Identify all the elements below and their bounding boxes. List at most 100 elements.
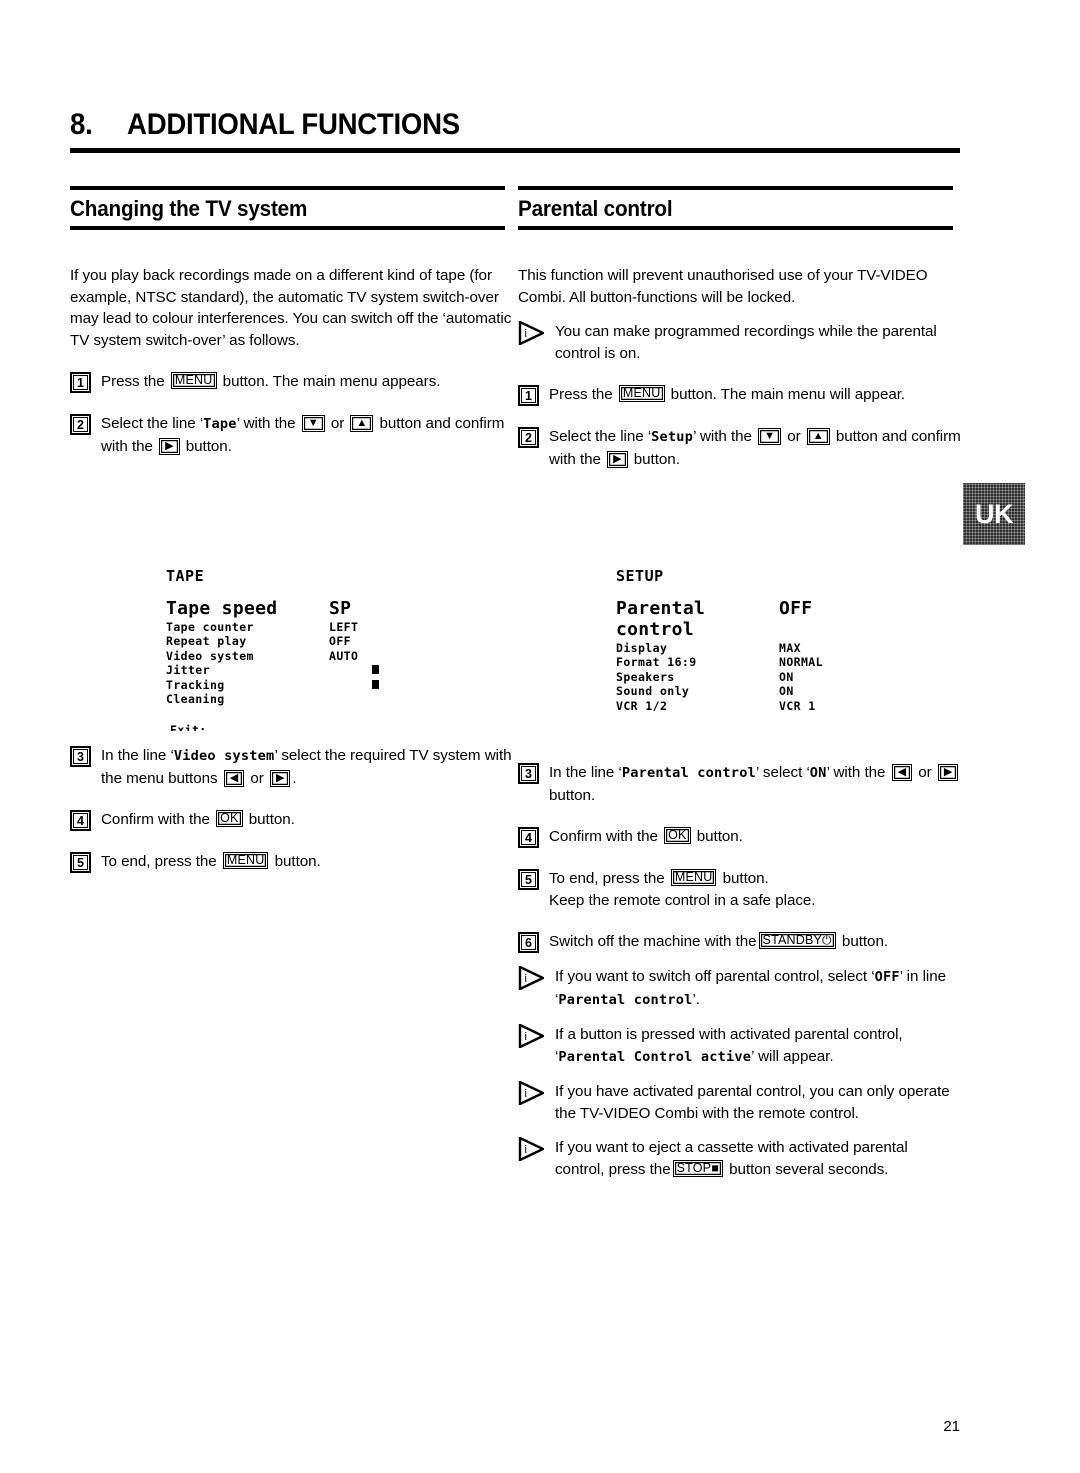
- info-triangle-icon: i: [518, 1080, 546, 1106]
- arrow-right-key[interactable]: ▶: [159, 437, 180, 455]
- osd-row-value: ON: [779, 684, 794, 699]
- ok-key[interactable]: OK: [216, 810, 243, 827]
- svg-text:i: i: [525, 1031, 527, 1043]
- osd-title: TAPE: [166, 567, 205, 585]
- step-text: Press the MENU button. The main menu wil…: [539, 384, 961, 406]
- info-triangle-icon: i: [518, 965, 546, 991]
- step-text-fragment: In the line ‘: [549, 764, 622, 781]
- stop-square-icon: ■: [711, 1160, 719, 1175]
- osd-message-text: Parental Control active: [558, 1048, 752, 1065]
- step-text-fragment: ’ with the: [236, 415, 296, 432]
- step-row: 1 Press the MENU button. The main menu w…: [518, 384, 961, 406]
- step-number-badge: 4: [70, 810, 91, 831]
- chapter-header: 8. ADDITIONAL FUNCTIONS: [70, 108, 960, 153]
- osd-row: Display MAX: [616, 641, 874, 655]
- step-text: In the line ‘Video system’ select the re…: [91, 745, 513, 789]
- menu-value-off: OFF: [874, 969, 900, 985]
- step-text-fragment: or: [250, 769, 264, 787]
- step-text-fragment: button.: [841, 933, 889, 950]
- menu-line-name: Tape: [203, 416, 237, 432]
- step-text-fragment: button.: [248, 811, 295, 828]
- info-note-text: If you want to switch off parental contr…: [544, 966, 961, 1011]
- step-number-badge: 4: [518, 827, 539, 848]
- chapter-number: 8.: [70, 108, 93, 141]
- ok-key[interactable]: OK: [664, 827, 691, 844]
- right-intro-paragraph: This function will prevent unauthorised …: [518, 267, 928, 306]
- step-text-fragment: button. The main menu will appear.: [670, 386, 906, 403]
- info-note: i If you want to switch off parental con…: [518, 965, 961, 1011]
- step-text: Confirm with the OK button.: [91, 809, 513, 831]
- step-text: Select the line ‘Setup’ with the ▼ or ▲ …: [539, 426, 961, 470]
- stop-key[interactable]: STOP■: [672, 1159, 723, 1177]
- svg-text:i: i: [525, 973, 527, 985]
- section-title-changing-tv-system: Changing the TV system: [70, 196, 308, 221]
- step-text-fragment: Select the line ‘: [101, 415, 204, 432]
- info-note: i If you have activated parental control…: [518, 1080, 961, 1124]
- chapter-rule: [70, 148, 960, 153]
- osd-row-value: VCR 1: [779, 698, 816, 713]
- step-text: Confirm with the OK button.: [539, 826, 961, 848]
- info-note-text: If a button is pressed with activated pa…: [544, 1024, 961, 1068]
- info-triangle-icon: i: [518, 1136, 546, 1162]
- step-row: 4 Confirm with the OK button.: [70, 809, 513, 831]
- left-intro-paragraph: If you play back recordings made on a di…: [70, 267, 512, 349]
- osd-row-label: Format 16:9: [616, 655, 697, 670]
- step-number-badge: 6: [518, 932, 539, 953]
- osd-row-label: Cleaning: [166, 692, 225, 707]
- arrow-up-key[interactable]: ▲: [350, 415, 374, 432]
- osd-row-value: MAX: [779, 641, 801, 655]
- info-note-text: If you want to eject a cassette with act…: [544, 1137, 961, 1180]
- menu-line-name: Parental control: [558, 991, 693, 1008]
- step-text-fragment: button.: [549, 786, 596, 804]
- osd-row: VCR 1/2 VCR 1: [616, 699, 874, 713]
- menu-key[interactable]: MENU: [170, 372, 217, 389]
- info-note-text: If you have activated parental control, …: [555, 1083, 950, 1122]
- step-text-fragment: Press the: [101, 373, 165, 390]
- step-text-fragment: .: [292, 769, 297, 787]
- section-header-right: Parental control: [518, 186, 953, 230]
- arrow-down-key[interactable]: ▼: [758, 428, 782, 445]
- osd-row: Tracking: [166, 678, 424, 692]
- osd-row-label: Display: [616, 641, 668, 655]
- step-text: Switch off the machine with the STANDBY⏻ …: [539, 931, 961, 953]
- menu-line-name: Video system: [173, 748, 275, 764]
- osd-row: Speakers ON: [616, 670, 874, 684]
- chapter-title: ADDITIONAL FUNCTIONS: [127, 108, 460, 141]
- step-text-fragment: To end, press the: [101, 853, 217, 870]
- arrow-up-key[interactable]: ▲: [806, 428, 830, 445]
- osd-row-value: LEFT: [329, 620, 359, 634]
- osd-row-label: Speakers: [616, 669, 675, 684]
- menu-value-on: ON: [809, 765, 827, 781]
- step-row: 4 Confirm with the OK button.: [518, 826, 961, 848]
- step-text-fragment: button.: [722, 870, 769, 887]
- arrow-right-key[interactable]: ▶: [269, 769, 291, 787]
- step-number-badge: 2: [518, 427, 539, 448]
- arrow-right-key[interactable]: ▶: [607, 450, 628, 468]
- menu-key[interactable]: MENU: [222, 852, 269, 869]
- osd-exit-hint: Exit: press MENU: [166, 723, 424, 731]
- menu-key[interactable]: MENU: [618, 385, 665, 402]
- osd-selected-row: Tape speed SP: [166, 598, 424, 619]
- note-text-fragment: If you want to switch off parental contr…: [555, 968, 875, 985]
- step-number-badge: 3: [518, 763, 539, 784]
- osd-selected-row: Parental control OFF: [616, 598, 874, 640]
- document-page: 8. ADDITIONAL FUNCTIONS Changing the TV …: [0, 0, 1080, 1473]
- menu-key[interactable]: MENU: [670, 869, 717, 886]
- arrow-left-key[interactable]: ◀: [223, 769, 245, 787]
- osd-row-value: OFF: [329, 634, 351, 649]
- osd-row-value: AUTO: [329, 648, 359, 663]
- arrow-down-key[interactable]: ▼: [301, 415, 325, 432]
- arrow-left-key[interactable]: ◀: [891, 764, 913, 781]
- step-text-fragment: button.: [633, 450, 680, 468]
- info-triangle-icon: i: [518, 1023, 546, 1049]
- step-text: Select the line ‘Tape’ with the ▼ or ▲ b…: [91, 413, 513, 457]
- standby-key[interactable]: STANDBY⏻: [758, 932, 836, 949]
- section-title-parental-control: Parental control: [518, 196, 673, 221]
- osd-row-label: Sound only: [616, 684, 690, 699]
- step-text-fragment: Keep the remote control in a safe place.: [549, 891, 816, 909]
- step-text-fragment: button.: [274, 853, 321, 870]
- step-text-fragment: ’ with the: [826, 764, 886, 781]
- info-note: i If a button is pressed with activated …: [518, 1023, 961, 1068]
- arrow-right-key[interactable]: ▶: [937, 764, 959, 781]
- step-number-badge: 1: [70, 372, 91, 393]
